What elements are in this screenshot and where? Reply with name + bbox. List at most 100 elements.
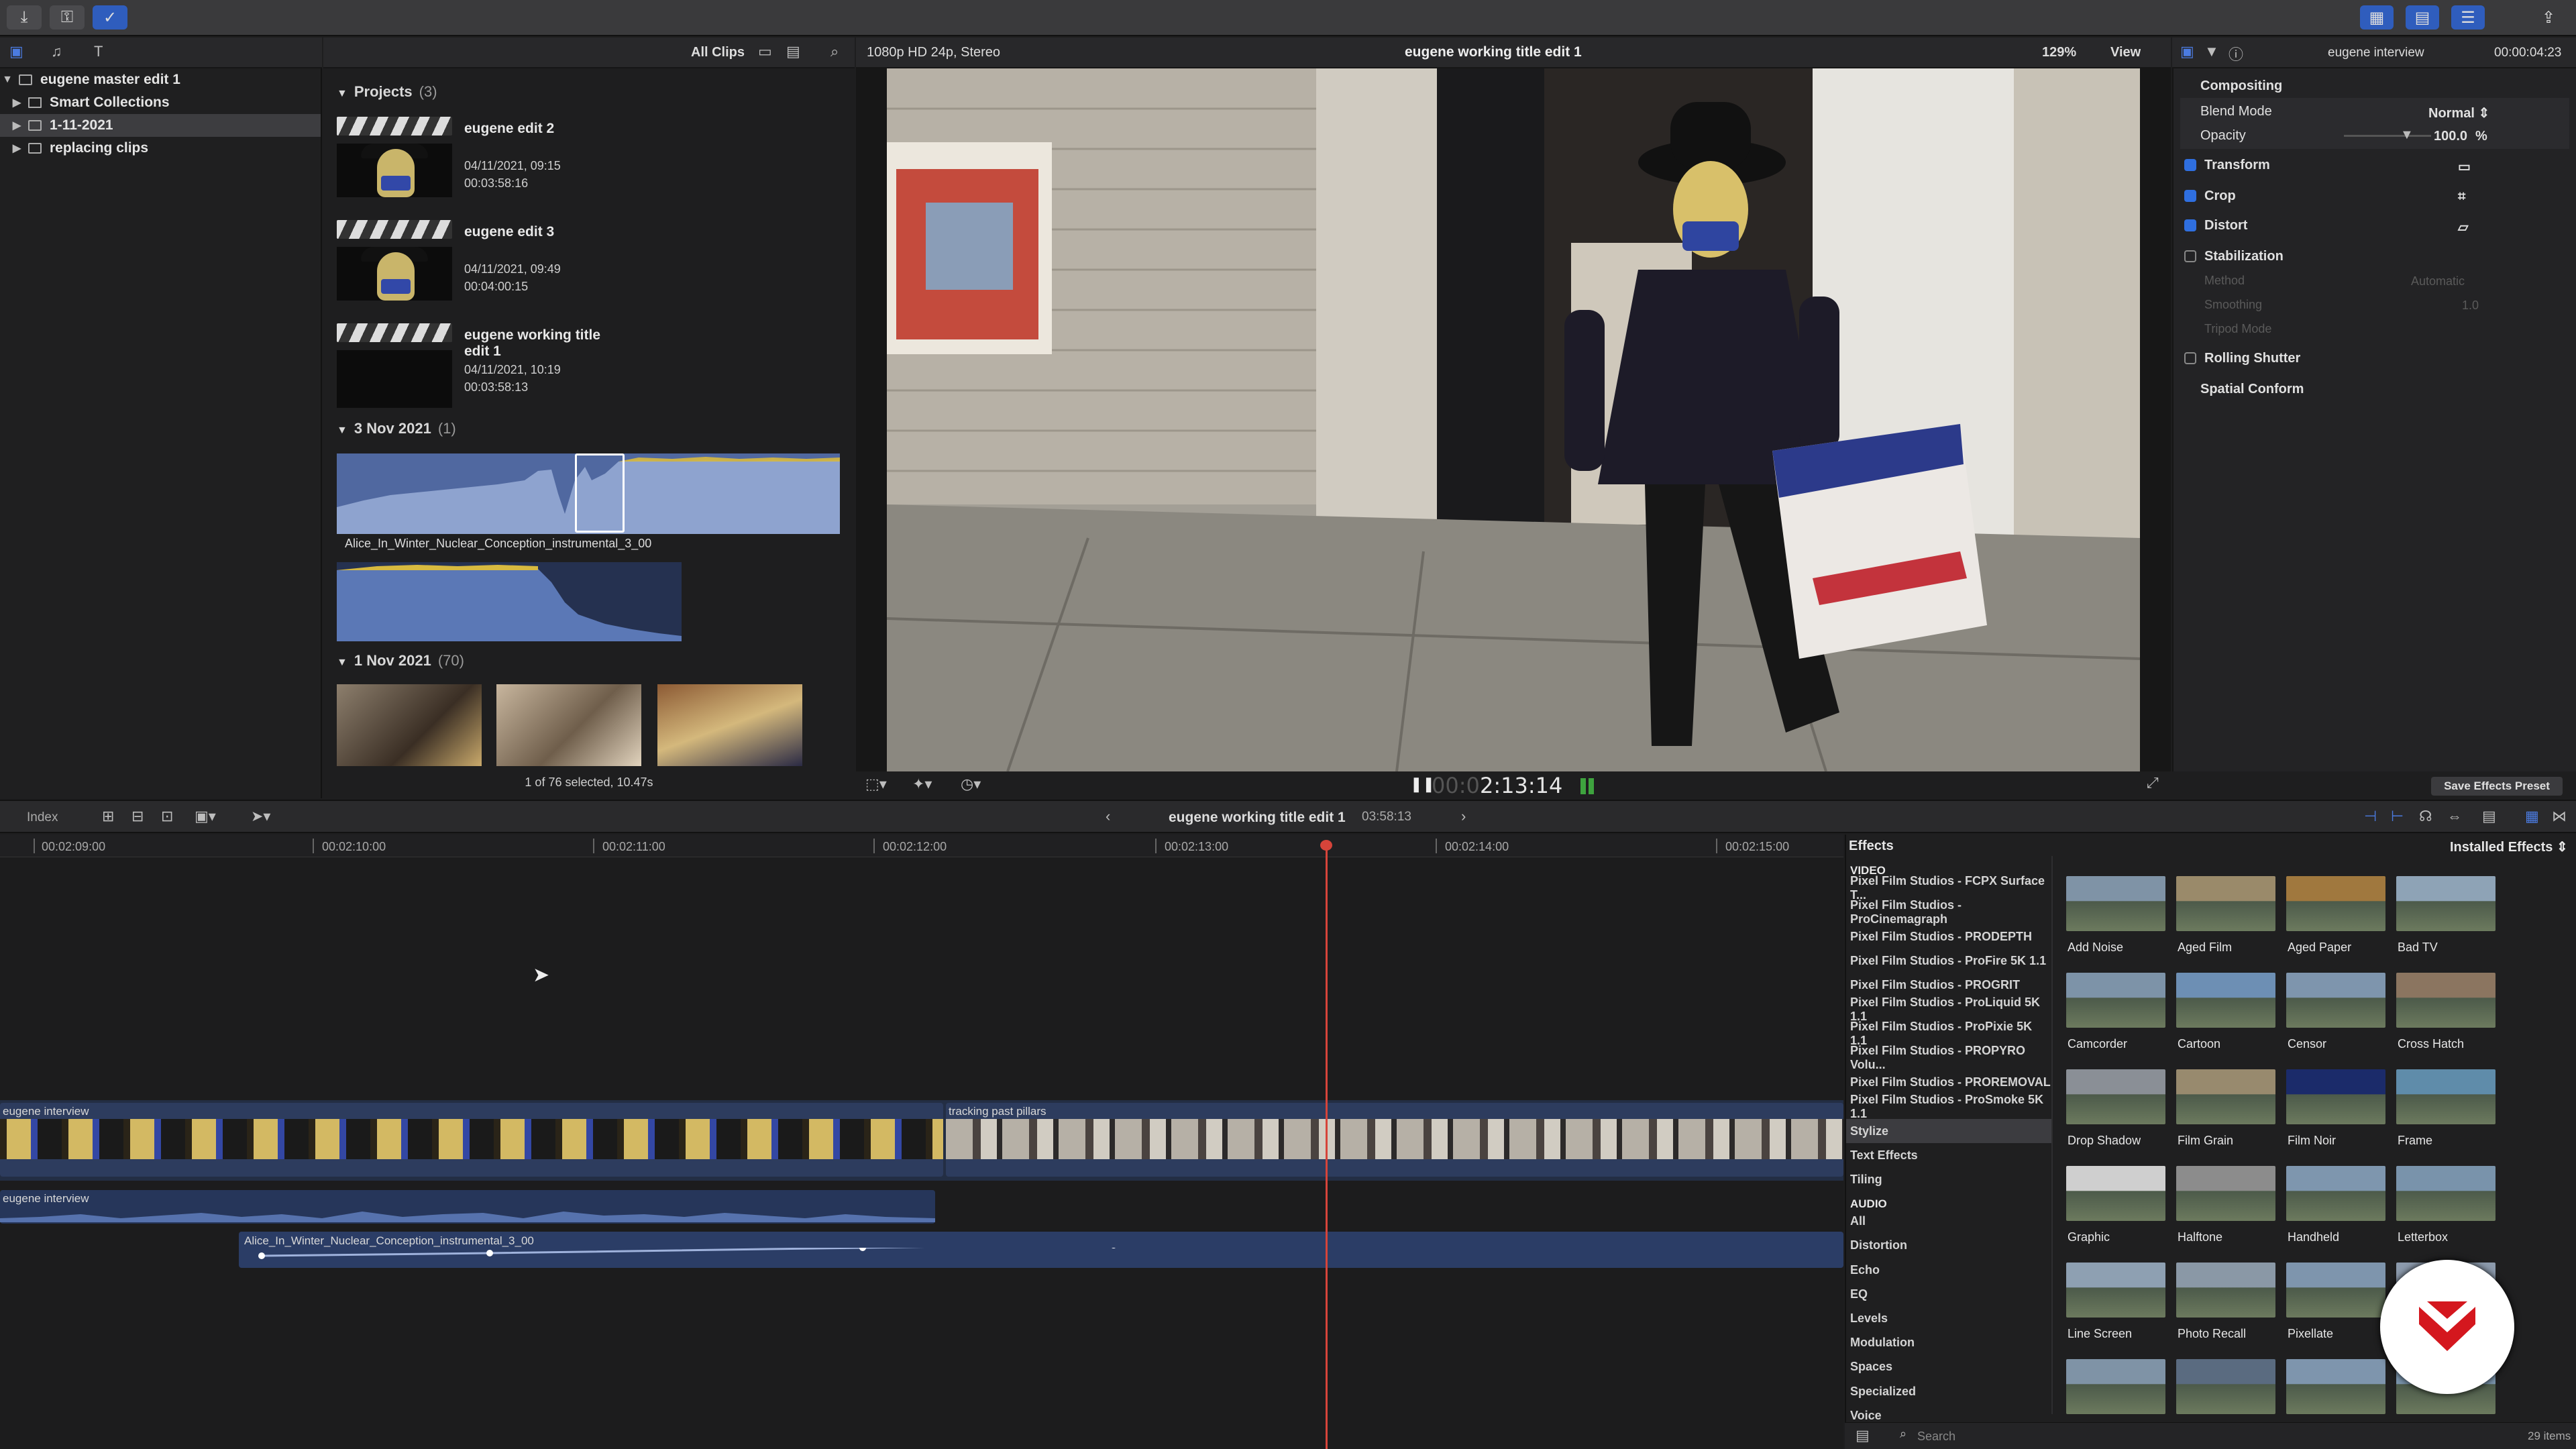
effect-thumbnail[interactable] xyxy=(2396,876,2496,931)
effects-category-item[interactable]: Distortion xyxy=(1846,1234,2051,1258)
crop-checkbox[interactable] xyxy=(2184,190,2196,202)
effect-thumbnail[interactable] xyxy=(2176,1263,2275,1318)
connect-clip-icon[interactable]: ⊞ xyxy=(102,808,114,825)
projects-section-header[interactable]: ▼ Projects (3) xyxy=(337,83,437,101)
clip-filter-menu[interactable]: All Clips xyxy=(691,45,745,60)
append-clip-icon[interactable]: ⊡ xyxy=(161,808,173,825)
disclosure-closed-icon[interactable]: ▶ xyxy=(9,96,24,109)
section-disclosure-icon[interactable]: ▼ xyxy=(337,88,347,99)
effects-category-item[interactable]: Pixel Film Studios - PRODEPTH xyxy=(1846,924,2051,949)
blend-mode-popup[interactable]: Normal ⇕ xyxy=(2428,105,2489,121)
transitions-browser-icon[interactable]: ⋈ xyxy=(2552,808,2567,825)
transform-checkbox[interactable] xyxy=(2184,159,2196,171)
sidebar-toggle-icon[interactable]: ▤ xyxy=(1856,1427,1870,1444)
effects-category-item[interactable]: Pixel Film Studios - PROGRIT xyxy=(1846,973,2051,998)
rolling-shutter-checkbox[interactable] xyxy=(2184,352,2196,364)
effects-category-item[interactable]: Stylize xyxy=(1846,1119,2051,1143)
effect-thumbnail[interactable] xyxy=(2066,1359,2165,1414)
effects-category-item[interactable]: All xyxy=(1846,1210,2051,1234)
select-tool-icon[interactable]: ➤▾ xyxy=(251,808,270,825)
effect-thumbnail[interactable] xyxy=(2066,1166,2165,1221)
effect-thumbnail[interactable] xyxy=(2066,1263,2165,1318)
effects-category-item[interactable]: Modulation xyxy=(1846,1331,2051,1355)
effects-category-item[interactable]: Specialized xyxy=(1846,1379,2051,1403)
snapping-icon[interactable]: ⇔ xyxy=(2447,808,2462,825)
search-icon[interactable]: ⌕ xyxy=(830,43,839,60)
timeline-clip-tracking-past-pillars[interactable]: tracking past pillars xyxy=(946,1103,1843,1177)
zoom-menu[interactable]: 129% xyxy=(2042,45,2076,60)
effects-category-item[interactable]: Pixel Film Studios - ProLiquid 5K 1.1 xyxy=(1846,996,2051,1023)
effects-category-item[interactable]: Pixel Film Studios - PROPYRO Volu... xyxy=(1846,1044,2051,1071)
effect-thumbnail[interactable] xyxy=(2066,876,2165,931)
effect-thumbnail[interactable] xyxy=(2286,1359,2385,1414)
disclosure-closed-icon[interactable]: ▶ xyxy=(9,142,24,155)
inspector-toggle-icon[interactable]: ☰ xyxy=(2451,5,2485,30)
view-menu[interactable]: View xyxy=(2110,45,2141,60)
effects-category-item[interactable]: Spaces xyxy=(1846,1355,2051,1379)
solo-icon[interactable]: ☊ xyxy=(2419,808,2432,825)
opacity-slider[interactable] xyxy=(2344,135,2431,137)
filmstrip-view-icon[interactable]: ▭ xyxy=(758,43,772,60)
audio-clip-waveform[interactable] xyxy=(337,453,840,534)
color-inspector-icon[interactable]: ▼ xyxy=(2204,43,2219,60)
spatial-conform-row[interactable]: Spatial Conform xyxy=(2200,376,2576,402)
effects-search-field[interactable]: Search xyxy=(1917,1430,1955,1444)
import-icon[interactable]: ⤓ xyxy=(7,5,42,30)
history-forward-icon[interactable]: › xyxy=(1461,808,1466,825)
stabilization-checkbox[interactable] xyxy=(2184,250,2196,262)
effects-category-item[interactable]: EQ xyxy=(1846,1282,2051,1306)
fullscreen-icon[interactable]: ⤢ xyxy=(2147,774,2159,792)
effect-thumbnail[interactable] xyxy=(2286,973,2385,1028)
info-inspector-icon[interactable]: ⓘ xyxy=(2229,43,2243,64)
clip-appearance-icon[interactable]: ▤ xyxy=(786,43,800,60)
disclosure-closed-icon[interactable]: ▶ xyxy=(9,119,24,132)
effect-thumbnail[interactable] xyxy=(2286,876,2385,931)
transform-row[interactable]: Transform ▭ xyxy=(2180,152,2569,178)
playhead[interactable] xyxy=(1326,841,1328,1449)
installed-effects-menu[interactable]: Installed Effects ⇕ xyxy=(2450,839,2568,855)
event-section-nov3[interactable]: ▼ 3 Nov 2021 (1) xyxy=(337,420,456,437)
effect-thumbnail[interactable] xyxy=(2176,1359,2275,1414)
effect-thumbnail[interactable] xyxy=(2066,973,2165,1028)
effect-thumbnail[interactable] xyxy=(2176,1069,2275,1124)
crop-onscreen-icon[interactable]: ⌗ xyxy=(2458,189,2465,205)
libraries-icon[interactable]: ▣ xyxy=(9,43,23,60)
effects-category-item[interactable]: Text Effects xyxy=(1846,1143,2051,1167)
background-tasks-icon[interactable]: ✓ xyxy=(93,5,127,30)
effect-thumbnail[interactable] xyxy=(2176,973,2275,1028)
effect-thumbnail[interactable] xyxy=(2286,1069,2385,1124)
crop-tool-icon[interactable]: ⬚▾ xyxy=(865,775,887,793)
section-disclosure-icon[interactable]: ▼ xyxy=(337,425,347,436)
photos-audio-icon[interactable]: ♫ xyxy=(51,43,62,60)
effect-thumbnail[interactable] xyxy=(2396,1166,2496,1221)
retime-icon[interactable]: ◷▾ xyxy=(961,775,981,793)
library-item-replacing-clips[interactable]: ▶ replacing clips xyxy=(0,137,321,160)
timeline-toggle-icon[interactable]: ▤ xyxy=(2406,5,2439,30)
opacity-slider-knob[interactable]: ▼ xyxy=(2400,127,2414,143)
effects-category-item[interactable]: Pixel Film Studios - ProPixie 5K 1.1 xyxy=(1846,1020,2051,1047)
audio-clip-waveform-2[interactable] xyxy=(337,562,682,641)
event-section-nov1[interactable]: ▼ 1 Nov 2021 (70) xyxy=(337,652,464,669)
effects-category-item[interactable]: Tiling xyxy=(1846,1167,2051,1191)
effect-thumbnail[interactable] xyxy=(2396,973,2496,1028)
section-disclosure-icon[interactable]: ▼ xyxy=(337,657,347,668)
effects-category-item[interactable]: Echo xyxy=(1846,1258,2051,1282)
effects-category-item[interactable]: Pixel Film Studios - ProFire 5K 1.1 xyxy=(1846,949,2051,973)
clip-thumbnail[interactable] xyxy=(337,684,482,766)
effects-category-item[interactable]: Levels xyxy=(1846,1306,2051,1330)
effects-category-item[interactable]: Pixel Film Studios - FCPX Surface T... xyxy=(1846,874,2051,902)
effect-thumbnail[interactable] xyxy=(2176,876,2275,931)
keywords-icon[interactable]: ⚿ xyxy=(50,5,85,30)
library-item-smart-collections[interactable]: ▶ Smart Collections xyxy=(0,91,321,114)
effects-category-item[interactable]: Pixel Film Studios - ProSmoke 5K 1.1 xyxy=(1846,1093,2051,1120)
history-back-icon[interactable]: ‹ xyxy=(1106,808,1110,825)
effect-thumbnail[interactable] xyxy=(2396,1069,2496,1124)
effect-thumbnail[interactable] xyxy=(2286,1263,2385,1318)
disclosure-open-icon[interactable]: ▼ xyxy=(0,74,15,86)
effects-browser-icon[interactable]: ▦ xyxy=(2525,808,2539,825)
video-inspector-icon[interactable]: ▣ xyxy=(2180,43,2194,60)
distort-checkbox[interactable] xyxy=(2184,219,2196,231)
crop-row[interactable]: Crop ⌗ xyxy=(2180,182,2569,209)
opacity-value[interactable]: 100.0 xyxy=(2434,129,2467,144)
effect-thumbnail[interactable] xyxy=(2286,1166,2385,1221)
